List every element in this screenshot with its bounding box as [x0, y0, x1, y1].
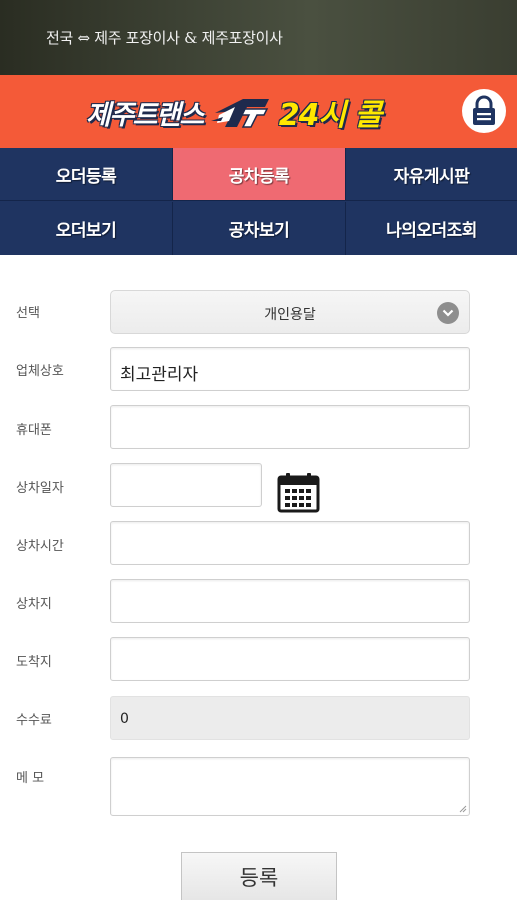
resize-handle-icon[interactable]	[458, 804, 467, 813]
fee-value: 0	[120, 711, 129, 727]
fee-label: 수수료	[16, 713, 52, 728]
top-banner: 전국 ⇔ 제주 포장이사 & 제주포장이사	[0, 0, 517, 75]
load-date-label: 상차일자	[16, 481, 64, 496]
nav-order-view[interactable]: 오더보기	[0, 202, 173, 255]
lock-icon	[473, 95, 495, 125]
load-time-input[interactable]	[110, 521, 470, 565]
login-lock-button[interactable]	[462, 89, 506, 133]
category-select-value: 개인용달	[264, 307, 316, 323]
calendar-icon[interactable]	[277, 472, 320, 513]
memo-label: 메 모	[16, 771, 45, 786]
company-input-value: 최고관리자	[120, 365, 199, 385]
destination-input[interactable]	[110, 637, 470, 681]
main-nav: 오더등록 공차등록 자유게시판 오더보기 공차보기 나의오더조회	[0, 148, 517, 255]
nav-my-orders[interactable]: 나의오더조회	[346, 202, 517, 255]
brand-bar: 제주트랜스 24시 콜	[0, 75, 517, 148]
submit-button[interactable]: 등록	[181, 852, 337, 900]
nav-empty-truck-view[interactable]: 공차보기	[173, 202, 346, 255]
phone-input[interactable]	[110, 405, 470, 449]
fee-input: 0	[110, 696, 470, 740]
brand-name: 제주트랜스	[86, 99, 204, 131]
destination-label: 도착지	[16, 655, 52, 670]
brand-logo[interactable]: 제주트랜스 24시 콜	[86, 88, 382, 136]
brand-hours: 24시 콜	[278, 98, 382, 133]
memo-textarea[interactable]	[110, 757, 470, 816]
nav-order-register[interactable]: 오더등록	[0, 148, 173, 201]
chevron-down-icon	[437, 302, 459, 324]
load-date-input[interactable]	[110, 463, 262, 507]
select-label: 선택	[16, 306, 40, 321]
company-label: 업체상호	[16, 364, 64, 379]
origin-label: 상차지	[16, 597, 52, 612]
nav-free-board[interactable]: 자유게시판	[346, 148, 517, 201]
header-title: 전국 ⇔ 제주 포장이사 & 제주포장이사	[46, 29, 283, 47]
nav-empty-truck-register[interactable]: 공차등록	[173, 148, 346, 201]
load-time-label: 상차시간	[16, 539, 64, 554]
origin-input[interactable]	[110, 579, 470, 623]
phone-label: 휴대폰	[16, 423, 52, 438]
jt-logo-icon	[210, 99, 269, 128]
category-select[interactable]: 개인용달	[110, 290, 470, 334]
company-input[interactable]: 최고관리자	[110, 347, 470, 391]
